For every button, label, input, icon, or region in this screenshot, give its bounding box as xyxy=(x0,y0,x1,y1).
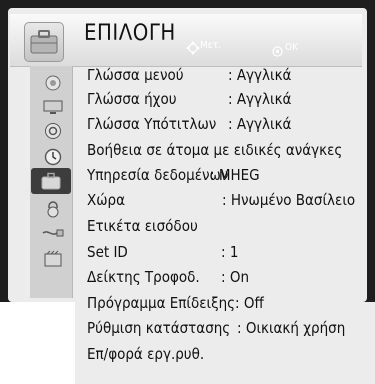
menu-item-value: : MHEG xyxy=(210,166,260,184)
menu-item-value: : Ηνωμένο Βασίλειο xyxy=(222,191,356,209)
usb-icon[interactable] xyxy=(38,248,68,270)
menu-item-label[interactable]: Ρύθμιση κατάστασης xyxy=(87,319,230,337)
lock-icon[interactable] xyxy=(38,198,68,220)
toolbox-icon xyxy=(24,22,64,62)
menu-item-value: : Αγγλικά xyxy=(228,66,292,84)
audio-icon[interactable] xyxy=(38,120,68,142)
menu-item-label[interactable]: Χώρα xyxy=(87,191,125,209)
page-title: ΕΠΙΛΟΓΗ xyxy=(84,21,176,46)
menu-panel-extension xyxy=(75,302,375,384)
menu-item-label[interactable]: Επ/φορά εργ.ρυθ. xyxy=(87,345,204,363)
menu-item-value: : 1 xyxy=(221,243,239,261)
menu-item-label[interactable]: Δείκτης Τροφοδ. xyxy=(87,268,200,286)
menu-item-label[interactable]: Set ID xyxy=(87,243,128,261)
menu-item-label[interactable]: Γλώσσα ήχου xyxy=(87,90,177,108)
menu-item-value: : On xyxy=(221,268,250,286)
menu-item-label[interactable]: Βοήθεια σε άτομα με ειδικές ανάγκες xyxy=(87,141,342,159)
menu-item-value: : Οικιακή χρήση xyxy=(237,319,346,337)
picture-icon[interactable] xyxy=(38,72,68,94)
menu-item-label[interactable]: Γλώσσα Υπότιτλων xyxy=(87,115,216,133)
ok-button-icon xyxy=(272,42,283,61)
ok-hint: OK xyxy=(285,42,298,53)
menu-item-label[interactable]: Υπηρεσία δεδομένων xyxy=(87,166,228,184)
menu-item-value: : Αγγλικά xyxy=(228,115,292,133)
input-icon[interactable] xyxy=(38,222,68,244)
navigation-arrows-icon xyxy=(186,40,200,59)
clock-icon[interactable] xyxy=(38,146,68,168)
menu-item-value: : Αγγλικά xyxy=(228,90,292,108)
move-hint: Μετ. xyxy=(200,40,221,51)
menu-item-label[interactable]: Πρόγραμμα Επίδειξης xyxy=(87,294,235,312)
menu-item-label[interactable]: Ετικέτα εισόδου xyxy=(87,217,198,235)
menu-item-value: : Off xyxy=(235,294,264,312)
menu-item-label[interactable]: Γλώσσα μενού xyxy=(87,66,184,84)
screen-icon[interactable] xyxy=(38,96,68,118)
options-icon[interactable] xyxy=(31,168,71,194)
